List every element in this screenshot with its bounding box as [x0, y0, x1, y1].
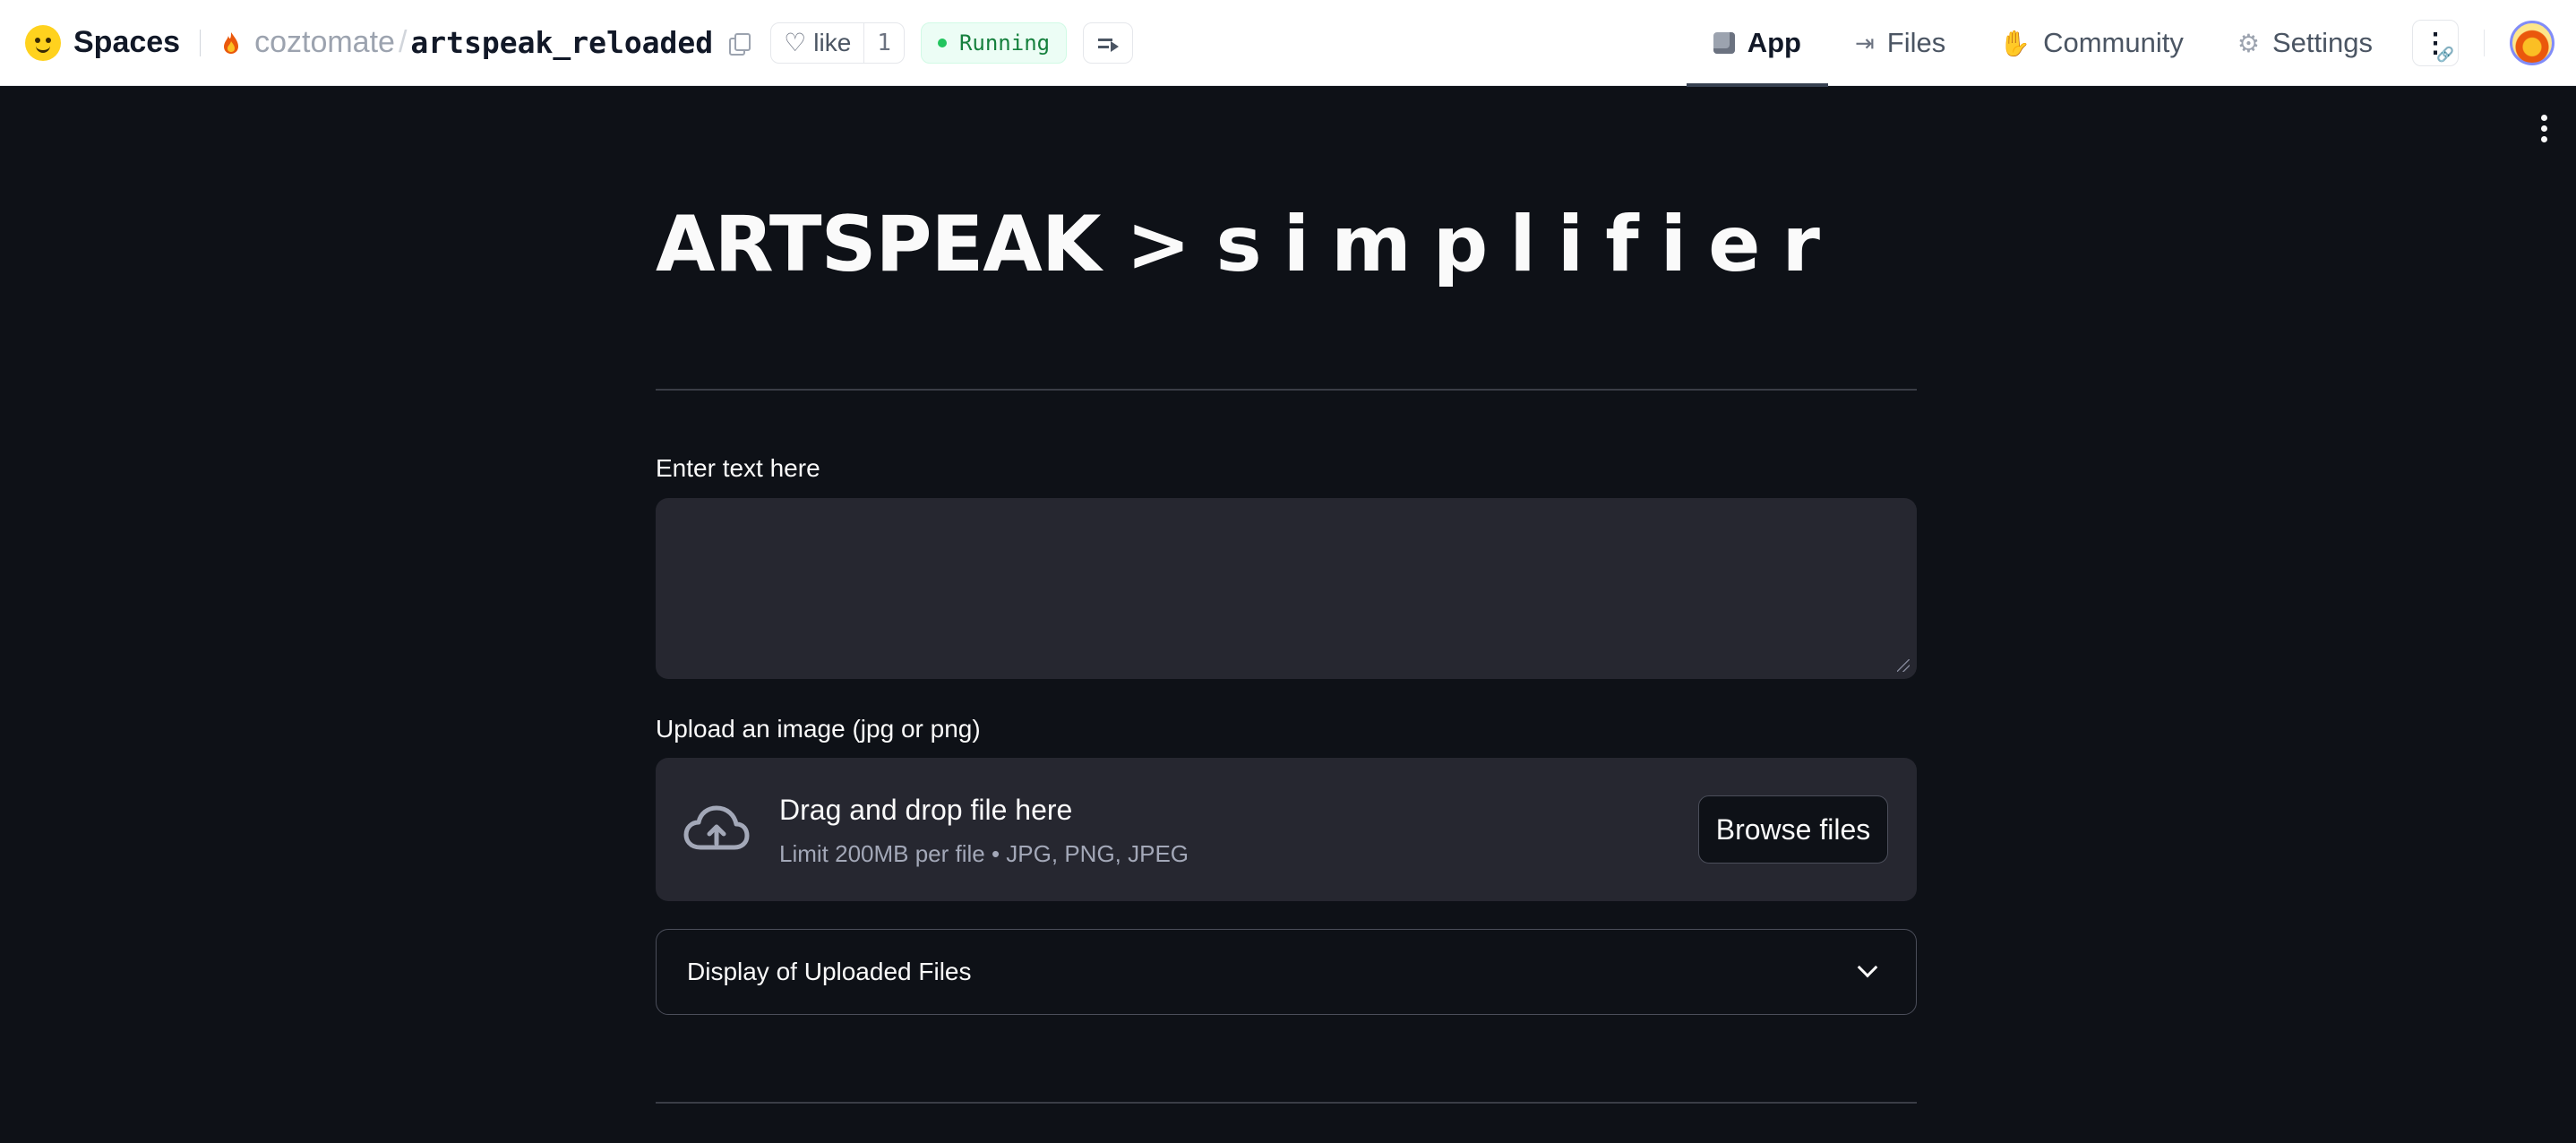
dropzone-limit: Limit 200MB per file • JPG, PNG, JPEG	[779, 840, 1189, 867]
tab-files-label: Files	[1886, 27, 1946, 58]
files-icon: ⇥	[1854, 29, 1875, 56]
tab-settings-label: Settings	[2271, 27, 2373, 58]
chevron-down-icon	[1857, 957, 1878, 978]
more-options-button[interactable]: ⋮ 🔗	[2412, 20, 2459, 66]
uploaded-files-expander[interactable]: Display of Uploaded Files	[656, 929, 1917, 1015]
space-header: Spaces coztomate / artspeak_reloaded ♡ l…	[0, 0, 2576, 87]
space-nav: App ⇥ Files ✋ Community ⚙ Settings ⋮ 🔗	[1686, 0, 2576, 87]
nav-divider	[2484, 30, 2485, 56]
copy-icon[interactable]	[726, 30, 751, 56]
heart-icon: ♡	[784, 28, 807, 56]
repo-name[interactable]: artspeak_reloaded	[410, 25, 713, 60]
browse-files-button[interactable]: Browse files	[1698, 795, 1888, 864]
cloud-upload-icon	[683, 805, 750, 850]
cube-icon	[1713, 32, 1735, 54]
like-count[interactable]: 1	[864, 30, 904, 56]
page-title-spaced: simplifier	[1215, 200, 1842, 289]
tab-app[interactable]: App	[1686, 0, 1829, 87]
breadcrumb-separator: /	[398, 25, 408, 59]
gear-icon: ⚙	[2237, 29, 2260, 57]
app-menu-kebab-icon[interactable]	[2538, 115, 2549, 143]
dropzone-title: Drag and drop file here	[779, 794, 1073, 826]
like-label: like	[813, 28, 852, 56]
owner-avatar-icon[interactable]	[220, 30, 242, 56]
logs-button[interactable]	[1083, 21, 1134, 64]
divider	[656, 1102, 1917, 1104]
tab-community-label: Community	[2043, 27, 2184, 58]
file-uploader-label: Upload an image (jpg or png)	[656, 715, 981, 743]
tab-community[interactable]: ✋ Community	[1972, 0, 2211, 86]
divider	[656, 389, 1917, 391]
like-widget: ♡ like 1	[770, 21, 905, 64]
tab-app-label: App	[1747, 27, 1801, 58]
status-text: Running	[958, 30, 1051, 56]
like-button[interactable]: ♡ like	[771, 22, 865, 63]
status-badge[interactable]: Running	[920, 21, 1068, 64]
expander-label: Display of Uploaded Files	[687, 958, 972, 985]
hugging-face-logo-icon[interactable]	[25, 24, 61, 61]
community-icon: ✋	[1999, 29, 2031, 57]
link-icon: 🔗	[2436, 47, 2454, 63]
text-input-label: Enter text here	[656, 454, 820, 482]
text-input[interactable]	[656, 498, 1917, 679]
page-title: ARTSPEAK > simplifier	[656, 206, 1917, 283]
file-dropzone[interactable]: Drag and drop file here Limit 200MB per …	[656, 758, 1917, 901]
status-dot-icon	[937, 38, 947, 47]
logs-icon-arrow	[1111, 40, 1120, 52]
logs-icon-line	[1098, 45, 1110, 48]
tab-files[interactable]: ⇥ Files	[1828, 0, 1972, 86]
page-title-main: ARTSPEAK >	[656, 200, 1190, 289]
user-avatar[interactable]	[2510, 21, 2555, 65]
owner-link[interactable]: coztomate	[254, 25, 395, 60]
tab-settings[interactable]: ⚙ Settings	[2211, 0, 2400, 86]
spaces-link[interactable]: Spaces	[73, 25, 180, 60]
space-breadcrumb: Spaces coztomate / artspeak_reloaded ♡ l…	[0, 0, 1134, 86]
header-divider	[200, 29, 202, 56]
